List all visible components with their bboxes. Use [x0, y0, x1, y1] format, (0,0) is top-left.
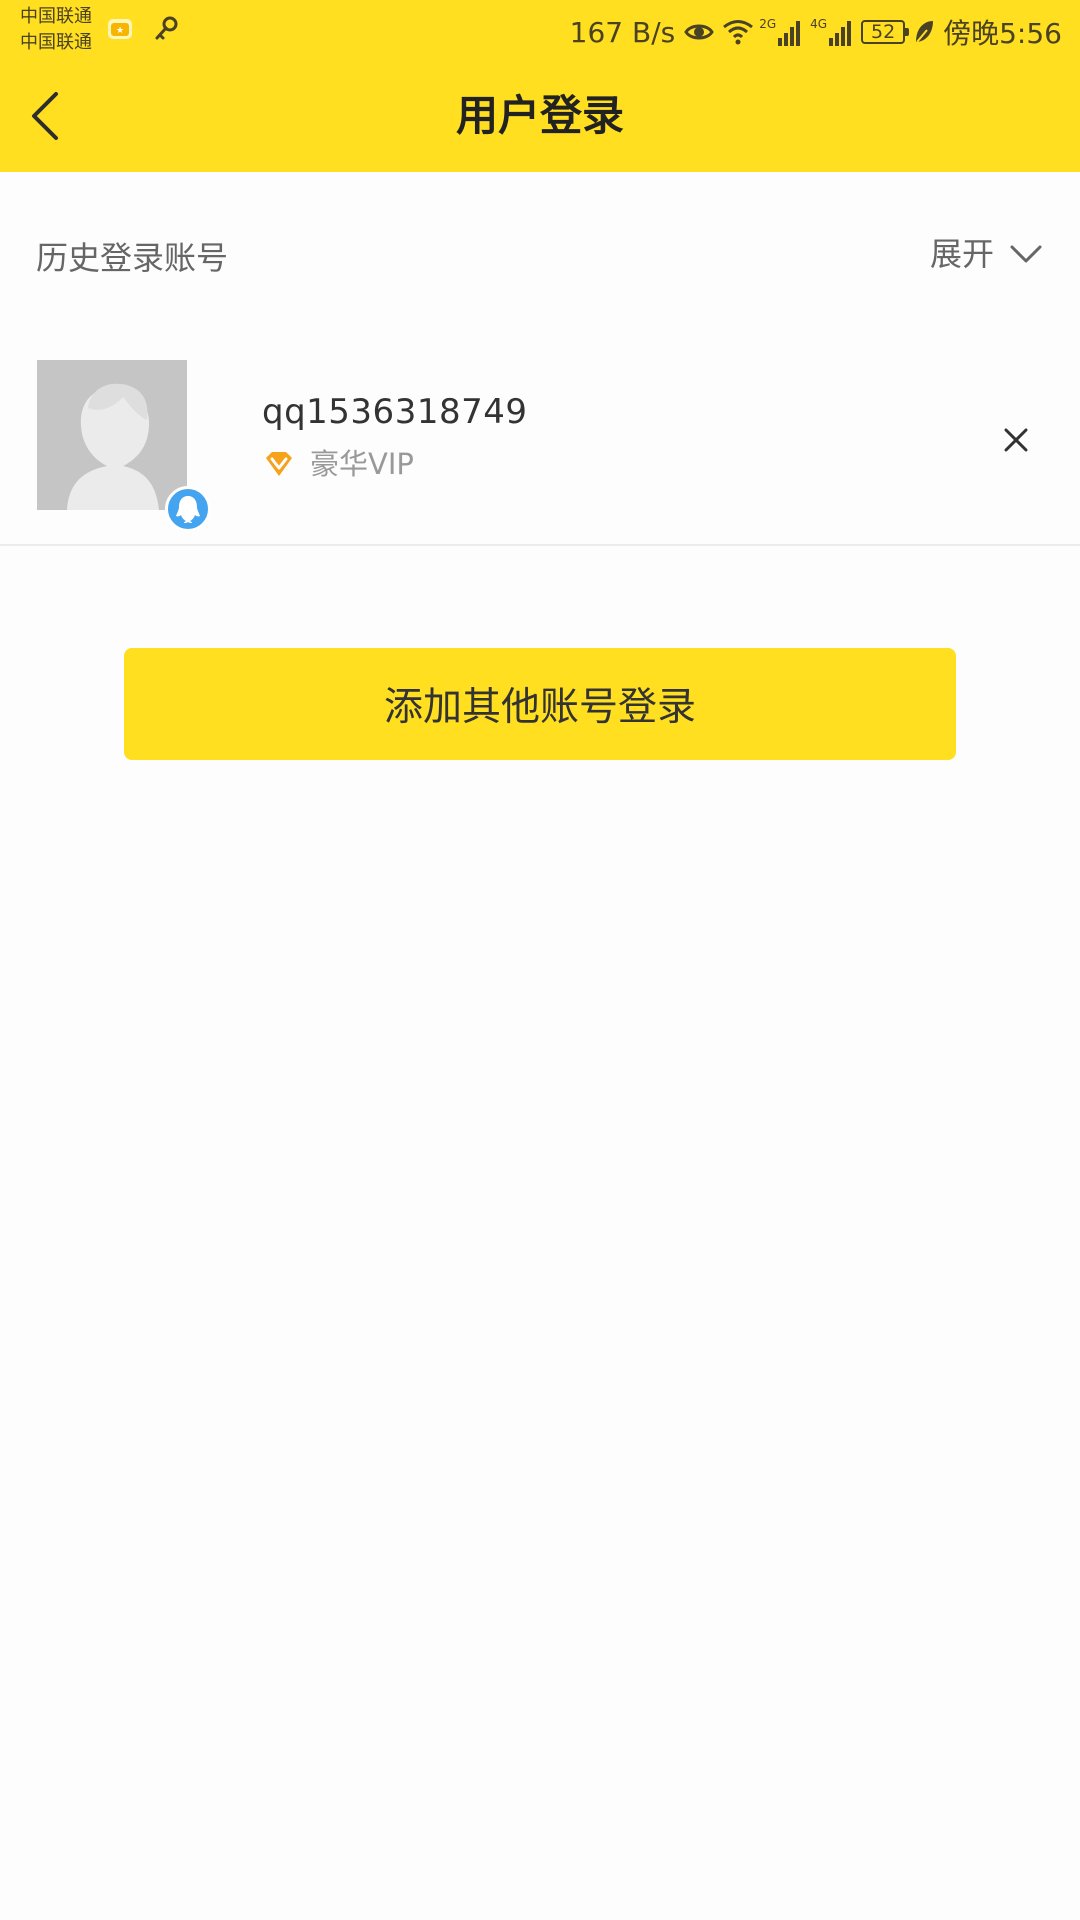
signal-2g: 2G [759, 18, 802, 46]
top-app-bar: 用户登录 [0, 62, 1080, 172]
carrier-info: 中国联通 中国联通 [20, 4, 92, 56]
avatar-container [37, 360, 211, 532]
vip-status: 豪华VIP [264, 444, 414, 484]
status-left-icons: ★ [106, 14, 182, 44]
chevron-down-icon [1010, 245, 1042, 263]
status-bar: 中国联通 中国联通 ★ 167 B/s 2G 4G 52 傍晚5:56 [0, 0, 1080, 62]
network-type-2g: 2G [759, 17, 777, 31]
expand-button[interactable]: 展开 [930, 232, 1042, 276]
svg-text:★: ★ [116, 26, 124, 36]
avatar [37, 360, 187, 510]
history-accounts-label: 历史登录账号 [36, 239, 229, 277]
key-icon [152, 14, 182, 44]
carrier-label-2: 中国联通 [20, 32, 92, 53]
signal-icon [829, 21, 852, 46]
qq-badge [165, 486, 211, 532]
network-speed: 167 B/s [569, 15, 676, 49]
status-right: 167 B/s 2G 4G 52 傍晚5:56 [570, 12, 1062, 52]
remove-account-button[interactable] [990, 414, 1042, 466]
leaf-icon [913, 17, 935, 47]
battery-icon: 52 [861, 20, 910, 44]
history-header: 历史登录账号 展开 [0, 172, 1080, 352]
eye-icon [683, 17, 715, 47]
wifi-icon [721, 17, 754, 47]
expand-label: 展开 [929, 235, 994, 273]
vip-label: 豪华VIP [310, 447, 414, 481]
app-notification-icon: ★ [106, 14, 136, 44]
network-type-4g: 4G [810, 17, 828, 31]
add-other-account-button[interactable]: 添加其他账号登录 [124, 648, 956, 760]
close-icon [1004, 428, 1028, 452]
default-avatar-icon [67, 383, 159, 510]
signal-icon [778, 21, 801, 46]
qq-icon [176, 496, 200, 523]
vip-diamond-icon [266, 452, 292, 476]
account-name: qq1536318749 [262, 392, 528, 432]
history-account-item[interactable]: qq1536318749 豪华VIP [0, 352, 1080, 546]
carrier-label-1: 中国联通 [20, 6, 92, 27]
clock: 傍晚5:56 [943, 17, 1062, 50]
signal-4g: 4G [810, 18, 853, 46]
page-title: 用户登录 [455, 91, 624, 140]
